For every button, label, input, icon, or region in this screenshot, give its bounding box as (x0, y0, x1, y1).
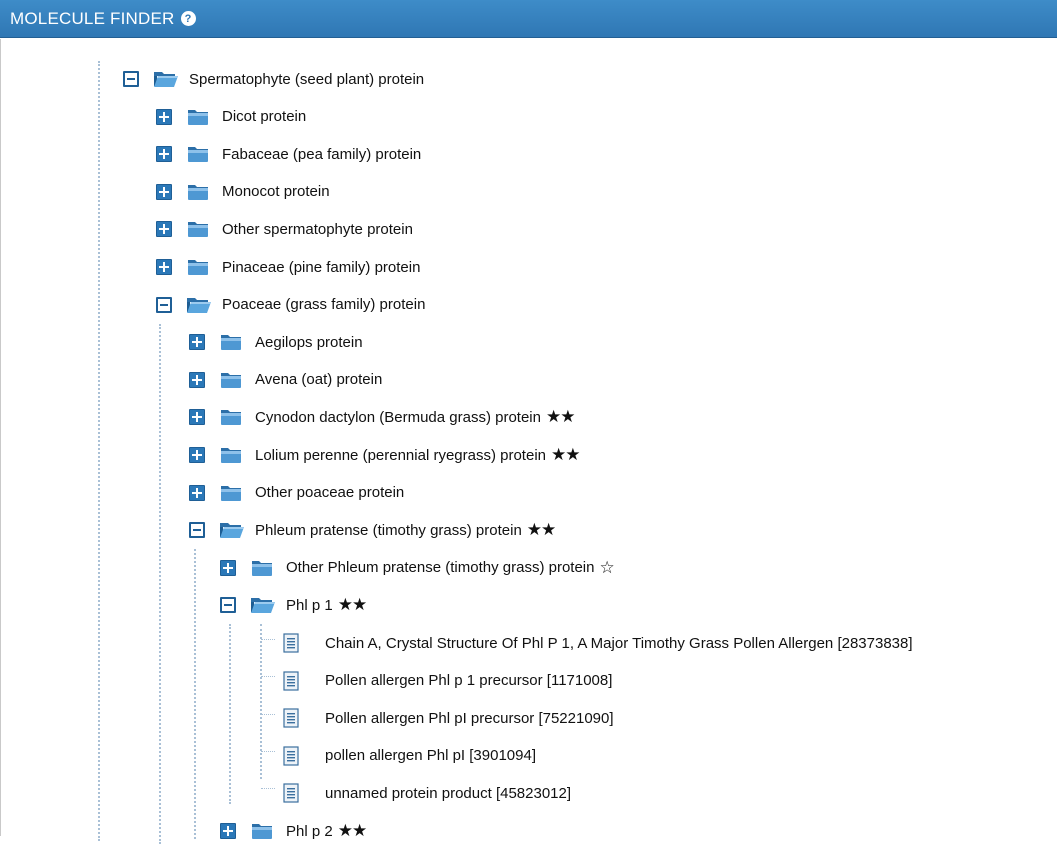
tree-node-label[interactable]: Other spermatophyte protein (222, 221, 413, 238)
tree-node-label[interactable]: Aegilops protein (255, 334, 363, 351)
tree-node-lolium-perenne-perennial-ryegrass-protei[interactable]: Lolium perenne (perennial ryegrass) prot… (189, 442, 581, 468)
document-icon (283, 708, 299, 728)
tree-node-label[interactable]: Phl p 1 (286, 597, 333, 614)
help-icon[interactable]: ? (180, 11, 196, 26)
expand-icon[interactable] (156, 108, 172, 125)
tree-node-label[interactable]: Pinaceae (pine family) protein (222, 259, 420, 276)
tree-node-pinaceae-pine-family-protein[interactable]: Pinaceae (pine family) protein (156, 254, 420, 280)
document-icon (283, 633, 299, 653)
expand-icon[interactable] (189, 371, 205, 388)
folder-icon (186, 258, 212, 276)
tree-branch-line (261, 788, 275, 789)
folder-icon (250, 822, 276, 840)
tree-node-label[interactable]: Poaceae (grass family) protein (222, 296, 425, 313)
document-icon (283, 783, 299, 803)
folder-icon (219, 484, 245, 502)
tree-node-label[interactable]: Phleum pratense (timothy grass) protein (255, 522, 522, 539)
tree-node-label[interactable]: Spermatophyte (seed plant) protein (189, 71, 424, 88)
rating-stars: ★★ (526, 520, 557, 540)
tree-branch-line (261, 676, 275, 677)
tree-node-label[interactable]: pollen allergen Phl pI [3901094] (325, 747, 536, 764)
tree-branch-line (261, 714, 275, 715)
folder-icon (219, 371, 245, 389)
tree-node-label[interactable]: Chain A, Crystal Structure Of Phl P 1, A… (325, 635, 913, 652)
rating-stars: ★★ (337, 595, 368, 615)
expand-icon[interactable] (220, 559, 236, 576)
tree-branch-line (261, 639, 275, 640)
tree-leaf-chain-a-crystal-structure-of-phl-p-1-a-m[interactable]: Chain A, Crystal Structure Of Phl P 1, A… (283, 630, 913, 656)
expand-icon[interactable] (189, 409, 205, 426)
rating-stars: ★★ (337, 821, 368, 840)
tree-node-label[interactable]: Pollen allergen Phl p 1 precursor [11710… (325, 672, 612, 689)
expand-icon[interactable] (156, 259, 172, 275)
tree-guide-line (159, 324, 161, 844)
folder-icon (186, 220, 212, 238)
tree-node-phleum-pratense-timothy-grass-protein[interactable]: Phleum pratense (timothy grass) protein ★… (189, 517, 557, 543)
rating-stars: ★★ (551, 445, 581, 464)
tree-guide-line (229, 624, 231, 804)
tree-node-label[interactable]: Phl p 2 (286, 823, 333, 840)
tree-node-cynodon-dactylon-bermuda-grass-protein[interactable]: Cynodon dactylon (Bermuda grass) protein… (189, 404, 576, 430)
tree-node-label[interactable]: Fabaceae (pea family) protein (222, 146, 421, 163)
tree-node-label[interactable]: unnamed protein product [45823012] (325, 785, 571, 802)
tree-leaf-pollen-allergen-phl-p-1-precursor-117100[interactable]: Pollen allergen Phl p 1 precursor [11710… (283, 668, 612, 694)
tree-node-label[interactable]: Avena (oat) protein (255, 371, 382, 388)
rating-stars: ☆ (599, 557, 614, 577)
folder-open-icon (219, 521, 245, 539)
tree-node-other-spermatophyte-protein[interactable]: Other spermatophyte protein (156, 216, 413, 242)
tree-leaf-pollen-allergen-phl-pi-precursor-7522109[interactable]: Pollen allergen Phl pI precursor [752210… (283, 705, 614, 731)
tree-guide-line (194, 549, 196, 839)
folder-open-icon (250, 596, 276, 614)
tree-node-label[interactable]: Lolium perenne (perennial ryegrass) prot… (255, 447, 546, 464)
collapse-icon[interactable] (189, 522, 205, 539)
expand-icon[interactable] (189, 484, 205, 501)
collapse-icon[interactable] (123, 71, 139, 87)
tree-node-avena-oat-protein[interactable]: Avena (oat) protein (189, 367, 382, 393)
expand-icon[interactable] (156, 221, 172, 238)
tree-node-label[interactable]: Pollen allergen Phl pI precursor [752210… (325, 710, 614, 727)
folder-icon (186, 108, 212, 126)
molecule-finder-header: MOLECULE FINDER ? (0, 0, 1057, 38)
tree-node-spermatophyte-seed-plant-protein[interactable]: Spermatophyte (seed plant) protein (123, 66, 424, 92)
tree-guide-line (260, 624, 262, 779)
tree-leaf-pollen-allergen-phl-pi-3901094[interactable]: pollen allergen Phl pI [3901094] (283, 743, 536, 769)
tree-node-other-poaceae-protein[interactable]: Other poaceae protein (189, 480, 404, 506)
folder-icon (219, 333, 245, 351)
tree-node-label[interactable]: Monocot protein (222, 183, 330, 200)
tree-node-phl-p-2[interactable]: Phl p 2 ★★ (220, 818, 368, 844)
folder-open-icon (186, 296, 212, 314)
tree-node-label[interactable]: Cynodon dactylon (Bermuda grass) protein (255, 409, 541, 426)
folder-icon (186, 183, 212, 201)
tree-node-fabaceae-pea-family-protein[interactable]: Fabaceae (pea family) protein (156, 141, 421, 167)
rating-stars: ★★ (545, 407, 576, 427)
folder-icon (219, 446, 245, 464)
tree-node-phl-p-1[interactable]: Phl p 1 ★★ (220, 592, 368, 618)
expand-icon[interactable] (189, 447, 205, 463)
tree-branch-line (261, 751, 275, 752)
folder-icon (186, 145, 212, 163)
expand-icon[interactable] (189, 334, 205, 351)
collapse-icon[interactable] (156, 296, 172, 313)
tree-node-poaceae-grass-family-protein[interactable]: Poaceae (grass family) protein (156, 292, 425, 318)
tree-guide-line (98, 61, 100, 841)
folder-icon (219, 408, 245, 426)
document-icon (283, 670, 299, 691)
folder-icon (250, 559, 276, 577)
document-icon (283, 746, 299, 766)
expand-icon[interactable] (156, 183, 172, 200)
folder-open-icon (153, 70, 179, 88)
expand-icon[interactable] (220, 823, 236, 839)
tree-node-dicot-protein[interactable]: Dicot protein (156, 104, 306, 130)
tree-node-other-phleum-pratense-timothy-grass-prot[interactable]: Other Phleum pratense (timothy grass) pr… (220, 555, 615, 581)
collapse-icon[interactable] (220, 597, 236, 614)
tree-node-label[interactable]: Other poaceae protein (255, 484, 404, 501)
tree-node-aegilops-protein[interactable]: Aegilops protein (189, 329, 363, 355)
tree-leaf-unnamed-protein-product-45823012[interactable]: unnamed protein product [45823012] (283, 780, 571, 806)
expand-icon[interactable] (156, 146, 172, 163)
tree-node-label[interactable]: Other Phleum pratense (timothy grass) pr… (286, 559, 594, 576)
panel-title: MOLECULE FINDER (10, 8, 175, 28)
tree-node-monocot-protein[interactable]: Monocot protein (156, 179, 330, 205)
tree-node-label[interactable]: Dicot protein (222, 108, 306, 125)
